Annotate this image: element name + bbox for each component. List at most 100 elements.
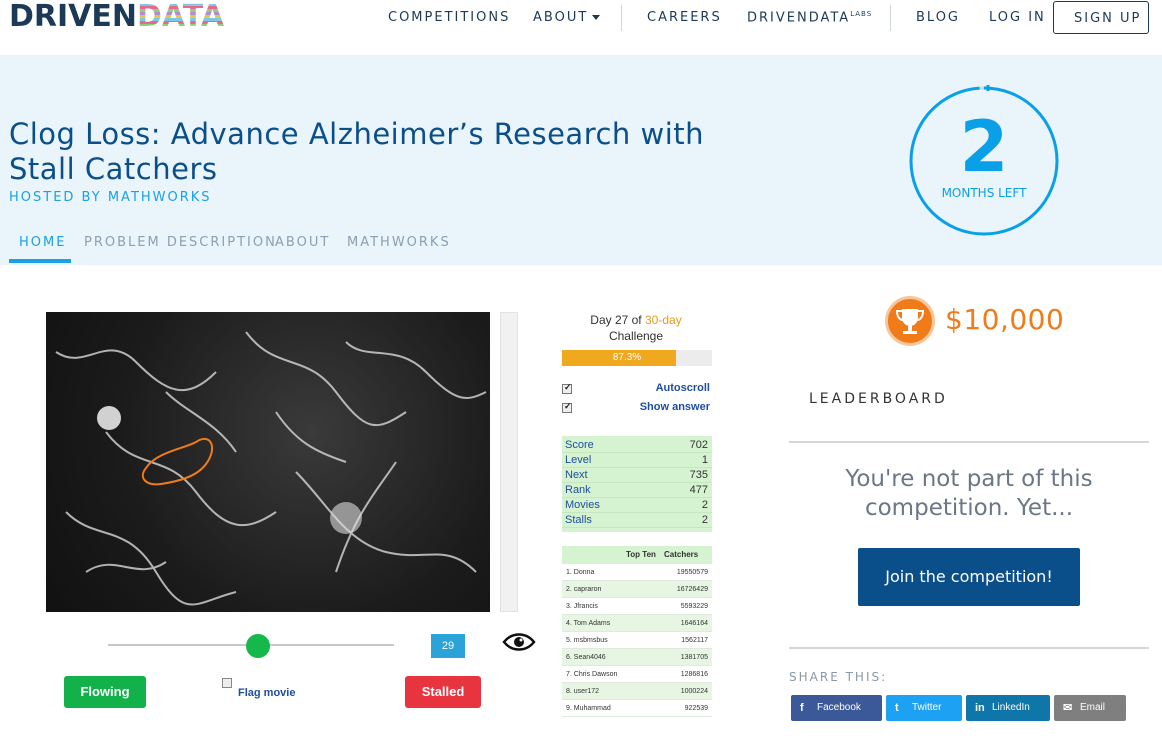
trophy-icon	[885, 296, 935, 346]
catcher-name: 3. Jfrancis	[566, 603, 598, 610]
top-ten-header-title: Top Ten	[626, 550, 656, 559]
nav-about-label: ABOUT	[533, 10, 589, 25]
nav-login[interactable]: LOG IN	[989, 10, 1046, 25]
catcher-score: 1646164	[680, 620, 708, 627]
stat-row: Rank 477	[562, 483, 712, 498]
nav-divider	[621, 5, 622, 31]
tab-home[interactable]: HOME	[19, 235, 66, 250]
nav-divider	[890, 5, 891, 31]
tab-about[interactable]: ABOUT	[275, 235, 330, 250]
table-row: 3. Jfrancis 5593229	[562, 598, 712, 615]
catcher-name: 9. Muhammad	[566, 705, 611, 712]
stall-catchers-screenshot: Day 27 of 30-day Challenge 87.3% Autoscr…	[40, 300, 720, 740]
nav-competitions[interactable]: COMPETITIONS	[388, 10, 510, 25]
stat-key: Movies	[565, 499, 600, 511]
share-twitter-label: Twitter	[912, 702, 942, 713]
stat-row: Next 735	[562, 468, 712, 483]
autoscroll-label: Autoscroll	[655, 382, 710, 394]
catcher-score: 5593229	[680, 603, 708, 610]
frame-number: 29	[431, 634, 465, 658]
share-linkedin-label: LinkedIn	[992, 702, 1030, 713]
share-email-button[interactable]: ✉ Email	[1054, 695, 1126, 721]
divider	[789, 441, 1149, 443]
caret-down-icon	[592, 15, 601, 20]
catcher-name: 7. Chris Dawson	[566, 671, 618, 678]
table-row: 6. Sean4046 1381705	[562, 649, 712, 666]
share-email-label: Email	[1080, 702, 1106, 713]
stat-row: Movies 2	[562, 498, 712, 513]
nav-careers[interactable]: CAREERS	[647, 10, 722, 25]
signup-button[interactable]: SIGN UP	[1053, 1, 1149, 34]
catcher-score: 16726429	[676, 586, 708, 593]
hosted-by: HOSTED BY MATHWORKS	[9, 190, 212, 205]
share-facebook-label: Facebook	[817, 702, 861, 713]
eye-icon[interactable]	[502, 630, 536, 654]
share-twitter-button[interactable]: t Twitter	[886, 695, 962, 721]
nav-drivendata-label: DRIVENDATA	[747, 10, 851, 26]
countdown-timer: 2 MONTHS LEFT	[908, 85, 1060, 237]
catcher-name: 5. msbmsbus	[566, 637, 608, 644]
game-side-panel: Day 27 of 30-day Challenge 87.3% Autoscr…	[558, 300, 718, 740]
nav-blog[interactable]: BLOG	[916, 10, 960, 25]
table-row: 1. Donna 19550579	[562, 564, 712, 581]
tab-problem-description[interactable]: PROBLEM DESCRIPTION	[84, 235, 277, 250]
catcher-name: 1. Donna	[566, 569, 595, 576]
checkbox-checked-icon	[562, 401, 572, 413]
player-stats: Score 702 Level 1 Next 735 Rank 477 Movies 2 …	[562, 436, 712, 532]
share-facebook-button[interactable]: f Facebook	[791, 695, 882, 721]
autoscroll-checkbox[interactable]: Autoscroll	[562, 382, 712, 398]
signup-label: SIGN UP	[1074, 11, 1142, 26]
stat-value: 2	[701, 514, 708, 526]
checkbox-checked-icon	[562, 382, 572, 394]
image-scrollbar[interactable]	[500, 312, 518, 612]
leaderboard-link[interactable]: LEADERBOARD	[809, 391, 948, 407]
frame-slider-handle[interactable]	[246, 634, 270, 658]
catcher-name: 2. capraron	[566, 586, 602, 593]
top-navbar: DRIVEN DATA COMPETITIONS ABOUT CAREERS DR…	[0, 0, 1162, 55]
challenge-day-highlight: 30-day	[645, 313, 682, 327]
show-answer-label: Show answer	[639, 401, 710, 413]
facebook-icon: f	[800, 702, 804, 714]
catcher-score: 1286816	[680, 671, 708, 678]
flag-movie-checkbox[interactable]: Flag movie	[222, 678, 322, 699]
competition-header: Clog Loss: Advance Alzheimer’s Research …	[0, 55, 1162, 265]
table-row: 7. Chris Dawson 1286816	[562, 666, 712, 683]
join-competition-button[interactable]: Join the competition!	[858, 548, 1080, 606]
table-row: 5. msbmsbus 1562117	[562, 632, 712, 649]
checkbox-icon	[222, 678, 232, 688]
nav-links: COMPETITIONS ABOUT CAREERS DRIVENDATALAB…	[0, 0, 1162, 36]
catcher-score: 19550579	[676, 569, 708, 576]
flowing-button[interactable]: Flowing	[64, 676, 146, 708]
divider	[789, 647, 1149, 649]
competition-title: Clog Loss: Advance Alzheimer’s Research …	[9, 117, 705, 186]
stat-value: 702	[689, 439, 708, 451]
nav-labs-sup: LABS	[850, 10, 873, 18]
email-icon: ✉	[1063, 702, 1073, 714]
stat-row: Score 702	[562, 438, 712, 453]
table-row: 4. Tom Adams 1646164	[562, 615, 712, 632]
nav-about[interactable]: ABOUT	[533, 10, 601, 25]
share-linkedin-button[interactable]: in LinkedIn	[966, 695, 1050, 721]
top-ten-header: Top Ten Catchers	[562, 546, 712, 564]
share-label: SHARE THIS:	[789, 670, 888, 684]
catcher-score: 1381705	[680, 654, 708, 661]
challenge-progress-bar: 87.3%	[562, 350, 712, 366]
catcher-score: 1000224	[680, 688, 708, 695]
active-tab-indicator	[9, 259, 71, 263]
prize-amount: $10,000	[945, 303, 1065, 336]
table-row: 2. capraron 16726429	[562, 581, 712, 598]
nav-drivendata-labs[interactable]: DRIVENDATALABS	[747, 10, 872, 25]
stat-key: Stalls	[565, 514, 592, 526]
show-answer-checkbox[interactable]: Show answer	[562, 401, 712, 417]
challenge-day: Day 27 of 30-day Challenge	[558, 312, 714, 344]
stat-row: Stalls 2	[562, 513, 712, 528]
stat-row: Level 1	[562, 453, 712, 468]
stalled-button[interactable]: Stalled	[405, 676, 481, 708]
not-participant-message: You're not part of this competition. Yet…	[845, 466, 1093, 521]
table-row: 9. Muhammad 922539	[562, 700, 712, 717]
flag-movie-label: Flag movie	[238, 687, 296, 699]
tab-mathworks[interactable]: MATHWORKS	[347, 235, 451, 250]
catcher-score: 922539	[684, 705, 708, 712]
top-ten-header-catchers: Catchers	[664, 550, 699, 559]
stat-key: Level	[565, 454, 592, 466]
